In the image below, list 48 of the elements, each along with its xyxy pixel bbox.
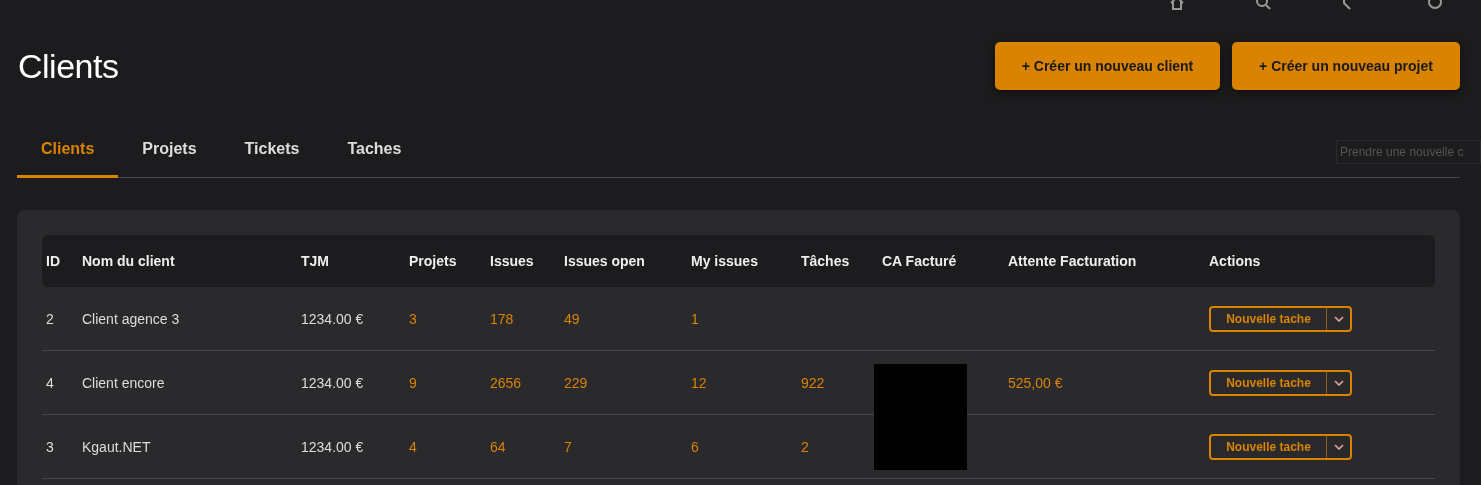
table-cell-text: 12 — [691, 374, 708, 391]
tab[interactable]: Projets — [118, 132, 221, 178]
table-cell-text: 4 — [409, 438, 418, 455]
column-header: Tâches — [801, 253, 851, 269]
new-task-button[interactable]: Nouvelle tache — [1211, 371, 1327, 394]
table-cell-text: 178 — [490, 310, 515, 327]
column-header: Projets — [409, 253, 458, 269]
table-cell-text: 4 — [46, 374, 55, 391]
table-cell-text: 49 — [564, 310, 581, 327]
table-cell-text: 1 — [691, 310, 700, 327]
table-cell-text: 2 — [46, 310, 55, 327]
tab[interactable]: Clients — [17, 132, 119, 178]
table-cell-text: 1234.00 € — [301, 438, 365, 455]
column-header: Issues — [490, 253, 535, 269]
chevron-down-icon — [1333, 315, 1344, 322]
table-cell-text: 3 — [409, 310, 418, 327]
column-header: Actions — [1209, 253, 1262, 269]
table-cell-text: 2656 — [490, 374, 523, 391]
table-cell-text: 229 — [564, 374, 589, 391]
table-cell-text: Client agence 3 — [82, 310, 181, 327]
tab[interactable]: Taches — [323, 132, 426, 178]
column-header: CA Facturé — [882, 253, 958, 269]
table-cell-text: Client encore — [82, 374, 166, 391]
create-project-button[interactable]: + Créer un nouveau projet — [1232, 42, 1460, 90]
table-cell-text: 1234.00 € — [301, 374, 365, 391]
column-header: My issues — [691, 253, 759, 269]
column-header: Nom du client — [82, 253, 176, 269]
table-cell-text: 922 — [801, 374, 826, 391]
tab[interactable]: Tickets — [220, 132, 324, 178]
table-cell-text: 3 — [46, 438, 55, 455]
page-title: Clients — [18, 46, 119, 86]
table-cell-text: 7 — [564, 438, 573, 455]
column-header: Attente Facturation — [1008, 253, 1138, 269]
new-task-button[interactable]: Nouvelle tache — [1211, 307, 1327, 330]
table-cell-text: Kgaut.NET — [82, 438, 152, 455]
table-cell-text: 1234.00 € — [301, 310, 365, 327]
column-header: TJM — [301, 253, 330, 269]
table-cell-text: 525,00 € — [1008, 374, 1064, 391]
create-client-button[interactable]: + Créer un nouveau client — [995, 42, 1220, 90]
new-task-button[interactable]: Nouvelle tache — [1211, 435, 1327, 458]
chevron-down-icon — [1333, 379, 1344, 386]
table-cell-text: 9 — [409, 374, 418, 391]
table-cell-text: 6 — [691, 438, 700, 455]
table-cell-text: 64 — [490, 438, 507, 455]
chevron-down-icon — [1333, 443, 1344, 450]
table-cell-text: 2 — [801, 438, 810, 455]
column-header: Issues open — [564, 253, 646, 269]
column-header: ID — [46, 253, 61, 269]
